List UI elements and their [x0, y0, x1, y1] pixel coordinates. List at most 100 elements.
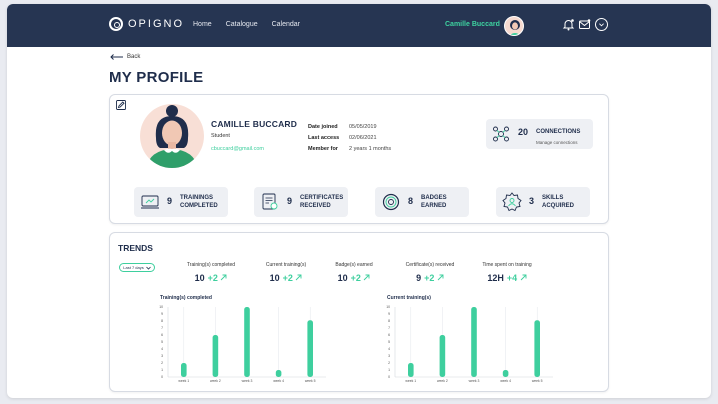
mail-icon[interactable]	[578, 18, 591, 31]
connections-count: 20	[518, 127, 529, 137]
y-tick-label: 0	[388, 375, 390, 379]
y-tick-label: 10	[386, 305, 390, 309]
header-user-name[interactable]: Camille Buccard	[445, 21, 500, 28]
metric-delta: +2	[350, 273, 361, 283]
metric-value-row: 12H +4	[470, 273, 544, 283]
range-selected-value: Last 7 days	[123, 265, 144, 270]
page-title: MY PROFILE	[109, 69, 204, 86]
profile-card: CAMILLE BUCCARD Student cbuccard@gmail.c…	[109, 94, 609, 224]
bar	[307, 320, 313, 377]
stat-label: BADGES EARNED	[421, 195, 447, 209]
bar	[244, 307, 250, 377]
metric-value-row: 10 +2	[323, 273, 385, 283]
nav-calendar[interactable]: Calendar	[272, 21, 300, 28]
y-tick-label: 9	[388, 312, 390, 316]
y-tick-label: 2	[161, 361, 163, 365]
stat-count: 8	[408, 196, 414, 206]
meta-value: 02/06/2021	[349, 134, 377, 141]
metric-label: Current training(s)	[265, 262, 307, 268]
bar	[439, 335, 446, 377]
main-nav: Home Catalogue Calendar	[193, 21, 300, 28]
meta-row-date-joined: Date joined 05/05/2019	[308, 121, 391, 132]
chevron-down-icon[interactable]	[595, 18, 608, 31]
x-tick-label: week 5	[532, 379, 543, 383]
metric-value: 12H	[487, 273, 504, 283]
bar	[502, 370, 509, 377]
bar-chart-current-trainings: 0 1 2 3 4 5 6 7 8 9 10 week 1 week 2 week 3 week 4 week…	[386, 305, 553, 383]
metric-delta: +4	[506, 273, 518, 283]
chart-title: Current training(s)	[387, 295, 431, 301]
edit-icon[interactable]	[116, 100, 126, 110]
metric-delta: +2	[282, 273, 293, 283]
chart-title: Training(s) completed	[160, 295, 212, 301]
nav-home[interactable]: Home	[193, 21, 212, 28]
connections-label: CONNECTIONS	[536, 129, 581, 135]
x-tick-label: week 3	[242, 379, 253, 383]
metric-delta: +2	[207, 273, 218, 283]
y-tick-label: 8	[161, 319, 163, 323]
metric-label: Time spent on training	[482, 262, 532, 268]
header-avatar[interactable]	[504, 16, 524, 36]
y-tick-label: 9	[161, 312, 163, 316]
profile-avatar	[140, 104, 204, 168]
stat-skills-acquired: 3 SKILLS ACQUIRED	[496, 187, 590, 217]
y-tick-label: 1	[161, 368, 163, 372]
back-link[interactable]: Back	[110, 54, 140, 60]
range-select[interactable]: Last 7 days	[119, 263, 155, 272]
logo-text: OPIGNO	[128, 18, 185, 30]
y-tick-label: 5	[161, 340, 163, 344]
stat-count: 9	[167, 196, 173, 206]
y-tick-label: 3	[388, 354, 390, 358]
logo-icon	[109, 17, 123, 31]
meta-label: Date joined	[308, 123, 338, 130]
trends-card: TRENDS Last 7 days Training(s) completed…	[109, 232, 609, 392]
bar	[408, 363, 414, 377]
y-tick-label: 8	[388, 319, 390, 323]
x-tick-label: week 3	[469, 379, 480, 383]
metric-delta: +2	[424, 273, 435, 283]
metric-value: 9	[416, 273, 422, 283]
profile-meta: Date joined 05/05/2019 Last access 02/06…	[308, 121, 391, 154]
bar	[275, 370, 282, 377]
y-tick-label: 10	[159, 305, 163, 309]
meta-row-member-for: Member for 2 years 1 months	[308, 143, 391, 154]
manage-connections-link[interactable]: Manage connections	[536, 140, 578, 145]
x-tick-label: week 2	[437, 379, 448, 383]
x-tick-label: week 4	[500, 379, 511, 383]
x-tick-label: week 1	[405, 379, 416, 383]
metric-value: 10	[194, 273, 205, 283]
stat-label: TRAININGS COMPLETED	[180, 195, 218, 209]
meta-label: Member for	[308, 145, 338, 152]
y-tick-label: 6	[388, 333, 390, 337]
y-tick-label: 3	[161, 354, 163, 358]
profile-email[interactable]: cbuccard@gmail.com	[211, 146, 264, 152]
y-tick-label: 7	[161, 326, 163, 330]
bar	[181, 363, 187, 377]
app-window: OPIGNO Home Catalogue Calendar Camille B…	[7, 4, 711, 398]
metric-label: Certificate(s) received	[405, 262, 455, 268]
metric-value-row: 9 +2	[394, 273, 466, 283]
metric-value: 10	[269, 273, 280, 283]
logo[interactable]: OPIGNO	[109, 17, 184, 31]
bar-chart-trainings-completed: 0 1 2 3 4 5 6 7 8 9 10 week 1 week 2 week 3 week 4 week…	[159, 305, 326, 383]
bell-icon[interactable]	[562, 18, 575, 31]
connections-icon	[493, 126, 509, 142]
x-tick-label: week 1	[178, 379, 189, 383]
metric-trainings-completed: Training(s) completed 10 +2	[180, 262, 242, 283]
metric-badges-earned: Badge(s) earned 10 +2	[323, 262, 385, 283]
y-tick-label: 1	[388, 368, 390, 372]
metric-value-row: 10 +2	[180, 273, 242, 283]
nav-catalogue[interactable]: Catalogue	[226, 21, 258, 28]
monitor-icon	[141, 195, 159, 209]
stat-count: 9	[287, 196, 293, 206]
meta-row-last-access: Last access 02/06/2021	[308, 132, 391, 143]
metric-current-trainings: Current training(s) 10 +2	[255, 262, 317, 283]
connections-card[interactable]: 20 CONNECTIONS Manage connections	[486, 119, 593, 149]
trend-up-arrow-icon	[364, 274, 370, 281]
x-tick-label: week 4	[273, 379, 284, 383]
bar	[471, 307, 477, 377]
trend-up-arrow-icon	[296, 274, 302, 281]
metric-value: 10	[337, 273, 348, 283]
x-tick-label: week 2	[210, 379, 221, 383]
skills-icon	[502, 192, 522, 212]
